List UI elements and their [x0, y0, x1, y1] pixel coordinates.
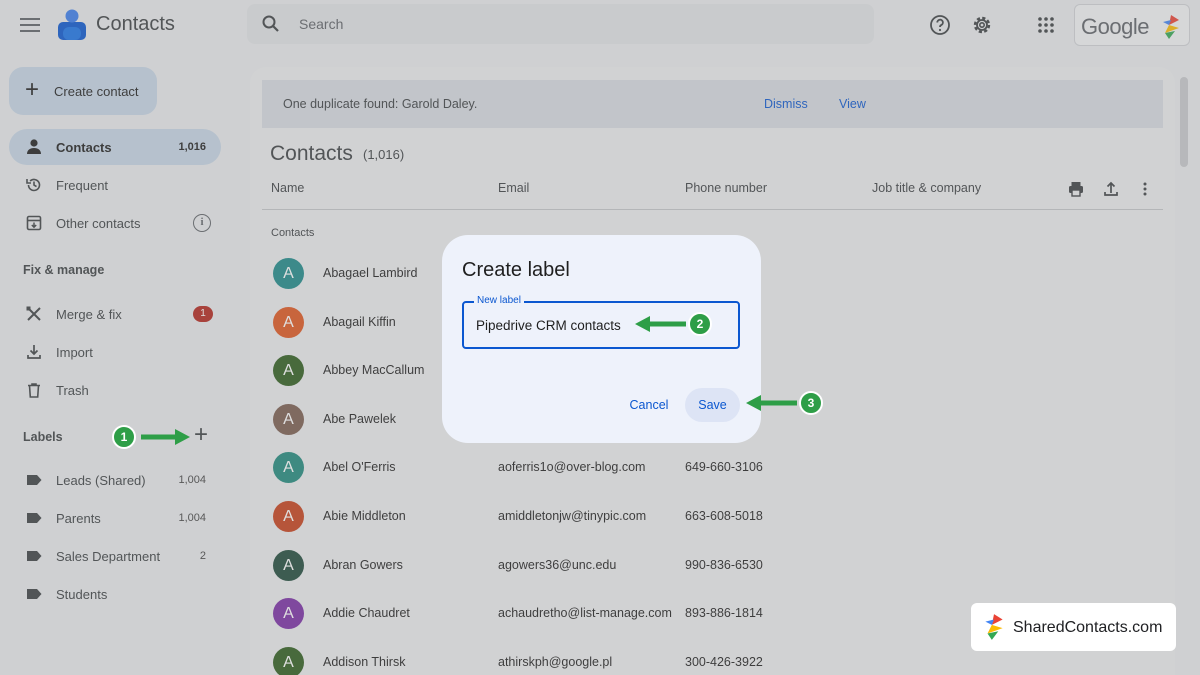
shared-contacts-logo-icon — [985, 614, 1003, 640]
cancel-button[interactable]: Cancel — [619, 388, 679, 422]
arrow-left-icon — [635, 316, 686, 332]
watermark-text: SharedContacts.com — [1013, 619, 1163, 636]
arrow-left-icon — [746, 395, 797, 411]
arrow-right-icon — [141, 429, 190, 445]
new-label-field-label: New label — [474, 295, 524, 306]
sharedcontacts-watermark: SharedContacts.com — [971, 603, 1176, 651]
save-button[interactable]: Save — [685, 388, 740, 422]
step-2-marker: 2 — [688, 312, 712, 336]
dialog-title: Create label — [462, 259, 570, 281]
create-label-dialog: Create label New label Cancel Save — [442, 235, 761, 443]
step-3-marker: 3 — [799, 391, 823, 415]
step-1-marker: 1 — [112, 425, 136, 449]
